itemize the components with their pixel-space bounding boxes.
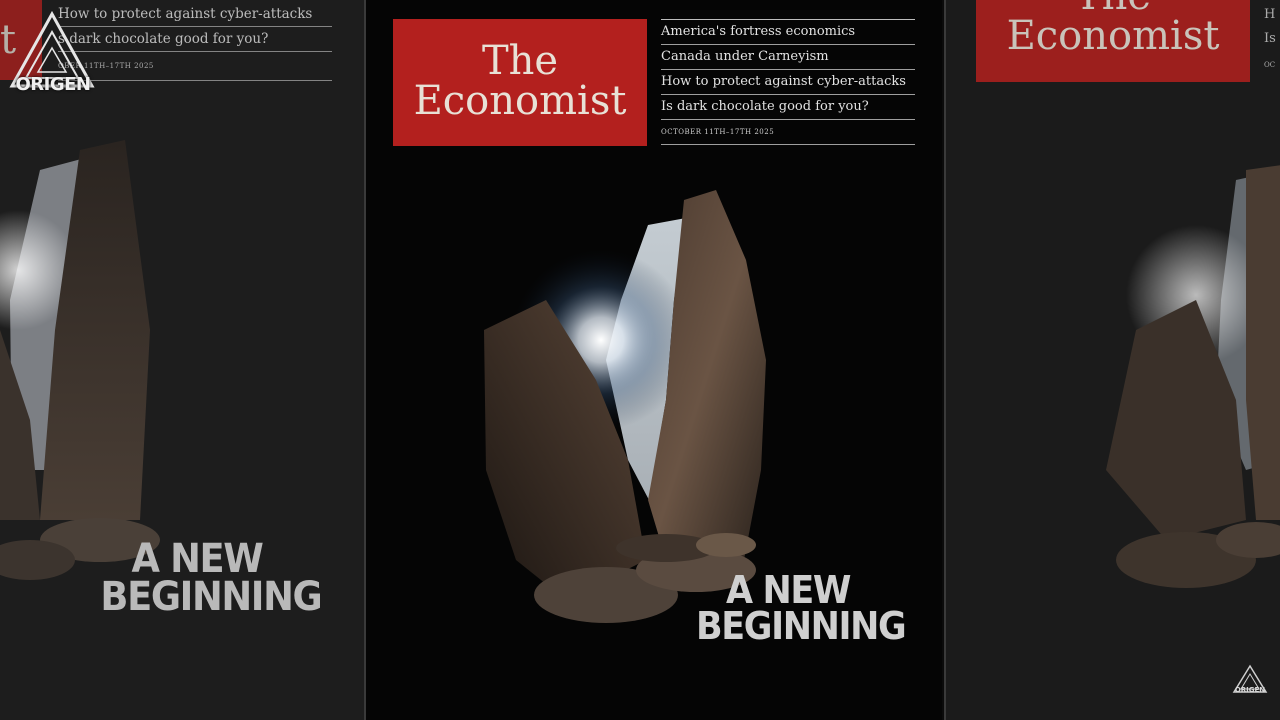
origen-logo: ORIGEN bbox=[6, 10, 98, 100]
small-origen-logo-text: ORIGEN bbox=[1234, 686, 1266, 694]
left-headline-line2: BEGINNING bbox=[100, 574, 322, 620]
center-cover-panel: The Economist America's fortress economi… bbox=[366, 0, 942, 720]
left-headline: A NEW BEGINNING bbox=[100, 536, 322, 620]
right-cover-panel: The Economist H Is OC ORIGEN bbox=[944, 0, 1280, 720]
right-rock-art bbox=[1106, 165, 1280, 588]
cover-headline-line2: BEGINNING bbox=[696, 604, 907, 649]
small-origen-logo: ORIGEN bbox=[1230, 664, 1270, 700]
left-headline-line1: A NEW bbox=[131, 536, 264, 582]
cover-headline: A NEW BEGINNING bbox=[696, 568, 907, 649]
left-cover-panel: t How to protect against cyber-attacks s… bbox=[0, 0, 366, 720]
origen-logo-text: ORIGEN bbox=[15, 74, 92, 95]
cover-headline-line1: A NEW bbox=[725, 568, 851, 612]
